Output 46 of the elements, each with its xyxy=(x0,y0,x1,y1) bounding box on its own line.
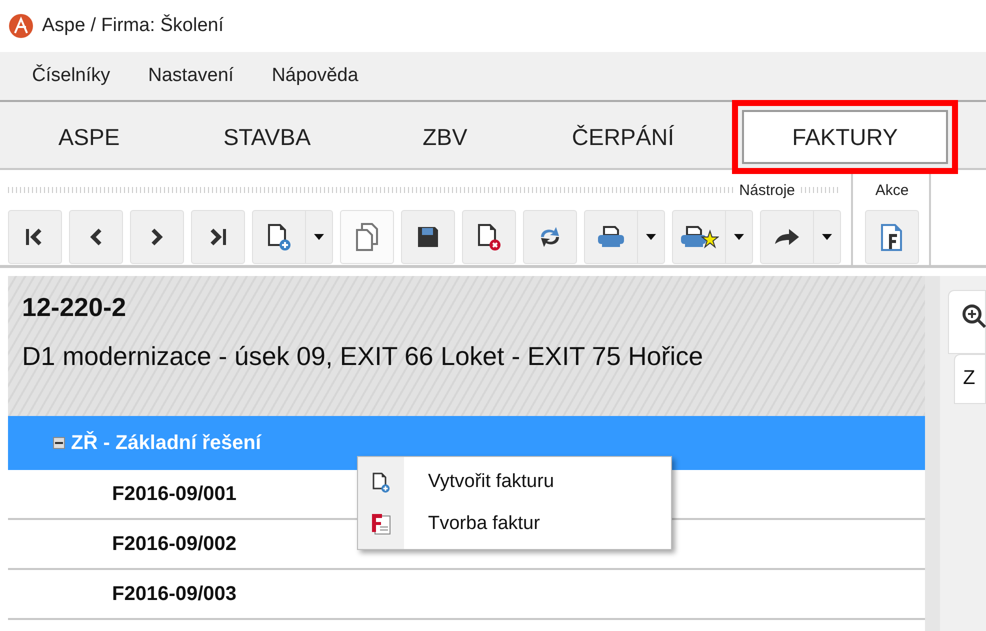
record-name: D1 modernizace - úsek 09, EXIT 66 Loket - EXIT 75 Hořice xyxy=(22,341,704,372)
zoom-in-icon[interactable] xyxy=(961,303,986,329)
tab[interactable]: ZBV xyxy=(356,110,534,164)
delete-document-icon xyxy=(477,223,501,251)
copy-icon xyxy=(354,222,380,252)
dropdown-caret-icon xyxy=(734,234,744,240)
toolbar-group-label: Nástroje xyxy=(739,182,795,198)
dropdown-caret-icon xyxy=(646,234,656,240)
tab[interactable]: STAVBA xyxy=(178,110,356,164)
menu-item[interactable]: Nastavení xyxy=(148,65,234,87)
toolbar-button[interactable] xyxy=(760,210,841,264)
menu-item[interactable]: Číselníky xyxy=(32,65,110,87)
toolbar-button[interactable] xyxy=(8,210,62,264)
record-code: 12-220-2 xyxy=(22,292,128,323)
toolbar-group-label: Akce xyxy=(875,182,909,198)
printer-icon xyxy=(596,225,626,249)
window-title: Aspe / Firma: Školení xyxy=(42,15,224,37)
tree-row[interactable]: F2016-09/003 xyxy=(8,570,925,620)
forward-arrow-icon xyxy=(773,226,801,248)
tab[interactable]: ČERPÁNÍ xyxy=(534,110,712,164)
new-document-icon xyxy=(372,472,390,492)
toolbar-button[interactable] xyxy=(523,210,577,264)
toolbar-button[interactable] xyxy=(69,210,123,264)
previous-icon xyxy=(89,227,103,247)
toolbar-button[interactable] xyxy=(191,210,245,264)
collapse-toggle-icon[interactable] xyxy=(53,437,65,449)
toolbar-button[interactable] xyxy=(130,210,184,264)
toolbar-button[interactable] xyxy=(401,210,455,264)
toolbar-button[interactable] xyxy=(865,210,919,264)
new-document-icon xyxy=(267,223,291,251)
dropdown-caret-icon xyxy=(822,234,832,240)
invoice-list-icon xyxy=(370,512,392,536)
toolbar-button[interactable] xyxy=(462,210,516,264)
app-logo-icon xyxy=(8,13,34,39)
toolbar-button[interactable] xyxy=(672,210,753,264)
panel-tab[interactable]: Z xyxy=(963,367,976,389)
invoice-document-icon xyxy=(880,222,904,252)
next-icon xyxy=(150,227,164,247)
menu-item[interactable]: Nápověda xyxy=(272,65,358,87)
toolbar-button[interactable] xyxy=(252,210,333,264)
context-menu-item[interactable]: Tvorba faktur xyxy=(358,503,671,545)
dropdown-caret-icon xyxy=(314,234,324,240)
save-icon xyxy=(416,225,440,249)
toolbar-button[interactable] xyxy=(584,210,665,264)
tab[interactable]: ASPE xyxy=(0,110,178,164)
printer-star-icon xyxy=(679,224,719,250)
